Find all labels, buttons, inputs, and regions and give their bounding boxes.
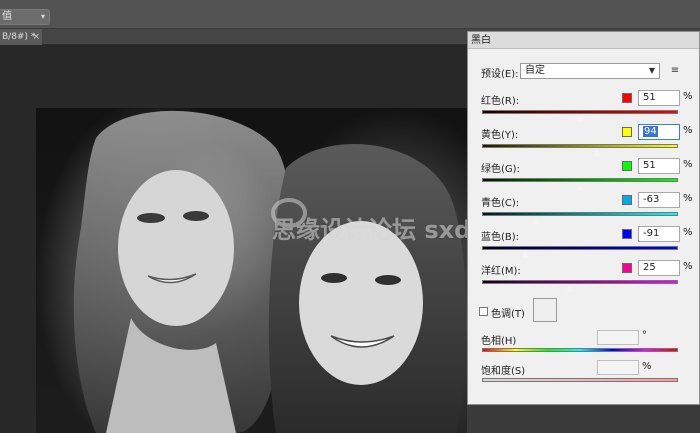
slider-value-input[interactable]: -91 xyxy=(638,226,680,242)
slider-thumb[interactable] xyxy=(592,148,603,157)
slider-value-input[interactable]: -63 xyxy=(638,192,680,208)
slider-label: 青色(C): xyxy=(481,198,520,209)
watermark-text: 思缘设计论坛 sxd.cn xyxy=(272,216,470,244)
hue-label: 色相(H) xyxy=(481,336,517,347)
slider-label: 绿色(G): xyxy=(481,164,520,175)
slider-label: 黄色(Y): xyxy=(481,130,519,141)
grayscale-photo: 思缘设计论坛 sxd.cn xyxy=(36,108,470,433)
slider-value-input[interactable]: 51 xyxy=(638,90,680,106)
document-tab-label: B/8#) * xyxy=(2,32,36,42)
slider-label: 蓝色(B): xyxy=(481,232,520,243)
panel-gutter xyxy=(467,405,700,433)
color-swatch xyxy=(622,229,632,239)
preset-options-icon[interactable]: ≡ xyxy=(668,64,682,78)
slider-value: 25 xyxy=(643,262,656,273)
saturation-input[interactable] xyxy=(597,360,639,375)
slider-value: 51 xyxy=(643,92,656,103)
preset-dropdown[interactable]: 自定 ▼ xyxy=(520,63,660,79)
slider-track[interactable] xyxy=(482,280,678,284)
slider-label: 洋红(M): xyxy=(481,266,521,277)
saturation-unit: % xyxy=(642,361,652,372)
slider-track[interactable] xyxy=(482,212,678,216)
color-swatch xyxy=(622,93,632,103)
slider-thumb[interactable] xyxy=(565,284,576,293)
color-swatch xyxy=(622,195,632,205)
slider-value: 51 xyxy=(643,160,656,171)
options-dropdown-value: 值 xyxy=(2,11,12,22)
slider-value: 94 xyxy=(643,126,658,137)
color-swatch xyxy=(622,161,632,171)
slider-thumb[interactable] xyxy=(575,114,586,123)
slider-thumb[interactable] xyxy=(530,216,541,225)
preset-label: 预设(E): xyxy=(481,69,519,80)
document-tab[interactable]: B/8#) * × xyxy=(0,29,42,45)
slider-track[interactable] xyxy=(482,246,678,250)
slider-value: -91 xyxy=(643,228,660,239)
tint-label: 色调(T) xyxy=(491,309,525,320)
color-swatch xyxy=(622,263,632,273)
saturation-label: 饱和度(S) xyxy=(481,366,526,377)
slider-label: 红色(R): xyxy=(481,96,520,107)
color-swatch xyxy=(622,127,632,137)
chevron-down-icon: ▼ xyxy=(648,66,655,75)
slider-value-input[interactable]: 25 xyxy=(638,260,680,276)
tint-color-swatch[interactable] xyxy=(533,298,557,322)
percent-unit: % xyxy=(683,91,693,102)
slider-thumb[interactable] xyxy=(519,250,530,259)
percent-unit: % xyxy=(683,227,693,238)
hue-slider[interactable] xyxy=(482,348,678,352)
slider-value-input[interactable]: 94 xyxy=(638,124,680,140)
slider-thumb[interactable] xyxy=(575,182,586,191)
percent-unit: % xyxy=(683,159,693,170)
options-bar: 值 ▾ xyxy=(0,0,700,29)
canvas-workspace[interactable]: 思缘设计论坛 sxd.cn xyxy=(0,45,470,433)
percent-unit: % xyxy=(683,261,693,272)
options-dropdown[interactable]: 值 ▾ xyxy=(0,9,50,25)
slider-track[interactable] xyxy=(482,144,678,148)
photoshop-window: 值 ▾ B/8#) * × 思缘设计论坛 sxd 黑白 预设(E): 自定 ▼ … xyxy=(0,0,700,433)
slider-value-input[interactable]: 51 xyxy=(638,158,680,174)
slider-value: -63 xyxy=(643,194,660,205)
percent-unit: % xyxy=(683,125,693,136)
slider-track[interactable] xyxy=(482,178,678,182)
chevron-down-icon: ▾ xyxy=(40,12,45,21)
preset-value: 自定 xyxy=(525,65,545,76)
hue-input[interactable] xyxy=(597,330,639,345)
black-white-panel: 黑白 预设(E): 自定 ▼ ≡ 红色(R): 51% 黄色(Y): 94% 绿色(G)… xyxy=(467,31,700,405)
hue-unit: ° xyxy=(642,330,647,341)
photo-illustration: 思缘设计论坛 sxd.cn xyxy=(73,110,470,433)
tint-checkbox[interactable] xyxy=(479,307,488,316)
close-icon[interactable]: × xyxy=(32,29,40,45)
percent-unit: % xyxy=(683,193,693,204)
saturation-slider[interactable] xyxy=(482,378,678,382)
panel-title: 黑白 xyxy=(468,32,699,49)
slider-track[interactable] xyxy=(482,110,678,114)
